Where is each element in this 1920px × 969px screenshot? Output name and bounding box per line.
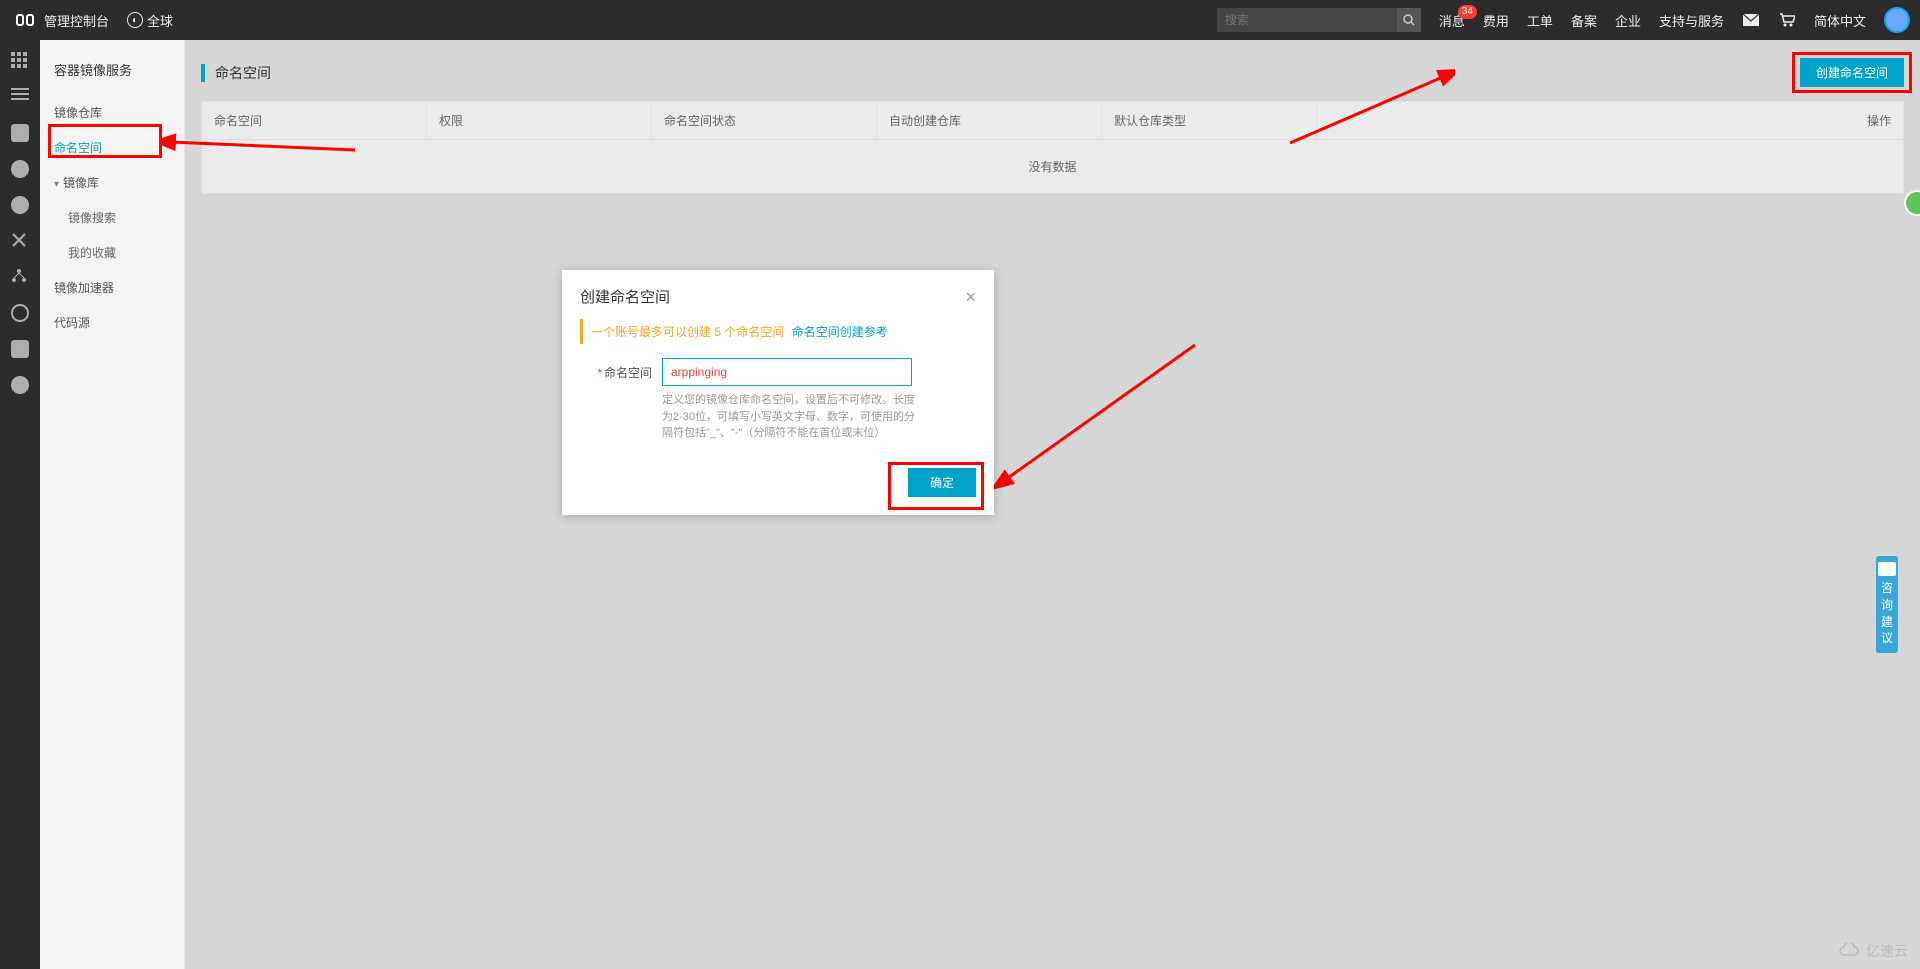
rail-tree-icon[interactable] [11,268,29,286]
confirm-button[interactable]: 确定 [908,468,976,497]
th-actions: 操作 [1317,102,1903,139]
close-icon[interactable]: × [965,288,976,306]
search-button[interactable] [1397,8,1421,32]
header-actions: 创建命名空间 [1800,58,1904,87]
watermark: 亿速云 [1838,941,1908,961]
rail-hand-icon[interactable] [11,340,29,358]
nav-messages[interactable]: 消息 34 [1439,11,1465,30]
region-selector[interactable]: ◐ 全球 [127,11,173,30]
rail-apps-icon[interactable] [11,52,29,70]
dialog-footer: 确定 [562,458,994,515]
globe-icon: ◐ [127,12,143,28]
nav-cost[interactable]: 费用 [1483,11,1509,30]
sidebar-item-favorites[interactable]: 我的收藏 [40,235,184,270]
th-status: 命名空间状态 [652,102,877,139]
rail-upload-icon[interactable] [11,196,29,214]
logo-icon[interactable] [14,9,36,31]
watermark-icon [1838,943,1860,959]
rail-dot-icon[interactable] [11,376,29,394]
sidebar-item-repo[interactable]: 镜像仓库 [40,95,184,130]
title-accent [201,64,205,82]
watermark-label: 亿速云 [1866,941,1908,961]
field-hint: 定义您的镜像仓库命名空间，设置后不可修改。长度为2-30位，可填写小写英文字母、… [662,392,917,442]
note-link[interactable]: 命名空间创建参考 [792,325,888,339]
sidebar-item-namespace[interactable]: 命名空间 [40,130,184,165]
rail-cloud-icon[interactable] [11,160,29,178]
mail-icon[interactable] [1742,11,1760,29]
nav-ticket[interactable]: 工单 [1527,11,1553,30]
rail-trophy-icon[interactable] [11,124,29,142]
lang-selector[interactable]: 简体中文 [1814,11,1866,30]
nav-beian[interactable]: 备案 [1571,11,1597,30]
nav-enterprise[interactable]: 企业 [1615,11,1641,30]
sidebar-item-codesource[interactable]: 代码源 [40,305,184,340]
icon-rail [0,40,40,969]
chat-icon [1878,562,1896,576]
note-text: 一个账号最多可以创建 5 个命名空间 [591,325,784,339]
avatar[interactable] [1884,7,1910,33]
namespace-table: 命名空间 权限 命名空间状态 自动创建仓库 默认仓库类型 操作 没有数据 [201,101,1904,194]
main-content: 命名空间 创建命名空间 命名空间 权限 命名空间状态 自动创建仓库 默认仓库类型… [185,40,1920,969]
page-title: 命名空间 [215,63,271,83]
consult-label: 咨询建议 [1881,581,1893,645]
th-autocreate: 自动创建仓库 [877,102,1102,139]
dialog-note: 一个账号最多可以创建 5 个命名空间 命名空间创建参考 [580,319,976,344]
sidebar-item-imagelib[interactable]: 镜像库 [40,165,184,200]
th-defaulttype: 默认仓库类型 [1102,102,1317,139]
search-input[interactable] [1217,8,1397,32]
region-label: 全球 [147,11,173,30]
table-empty: 没有数据 [202,140,1903,193]
consult-button[interactable]: 咨询建议 [1876,556,1898,653]
service-title: 容器镜像服务 [40,50,184,95]
page-header: 命名空间 创建命名空间 [201,58,1904,87]
nav-support[interactable]: 支持与服务 [1659,11,1724,30]
dialog-body: *命名空间 定义您的镜像仓库命名空间，设置后不可修改。长度为2-30位，可填写小… [562,358,994,458]
product-name[interactable]: 管理控制台 [44,11,109,30]
dialog-header: 创建命名空间 × [562,270,994,319]
cart-icon[interactable] [1778,11,1796,29]
left-nav: 容器镜像服务 镜像仓库 命名空间 镜像库 镜像搜索 我的收藏 镜像加速器 代码源 [40,40,185,969]
dialog-title: 创建命名空间 [580,286,670,307]
sidebar-item-accelerator[interactable]: 镜像加速器 [40,270,184,305]
sidebar-item-search[interactable]: 镜像搜索 [40,200,184,235]
create-namespace-button[interactable]: 创建命名空间 [1800,58,1904,87]
th-permission: 权限 [427,102,652,139]
messages-badge: 34 [1458,5,1477,19]
table-header: 命名空间 权限 命名空间状态 自动创建仓库 默认仓库类型 操作 [202,102,1903,140]
field-label: *命名空间 [580,358,652,381]
rail-globe-icon[interactable] [11,304,29,322]
rail-list-icon[interactable] [11,88,29,106]
create-namespace-dialog: 创建命名空间 × 一个账号最多可以创建 5 个命名空间 命名空间创建参考 *命名… [562,270,994,515]
th-namespace: 命名空间 [202,102,427,139]
rail-cross-icon[interactable] [11,232,29,250]
top-search [1217,8,1421,32]
namespace-input[interactable] [662,358,912,386]
top-bar: 管理控制台 ◐ 全球 消息 34 费用 工单 备案 企业 支持与服务 简体中文 [0,0,1920,40]
